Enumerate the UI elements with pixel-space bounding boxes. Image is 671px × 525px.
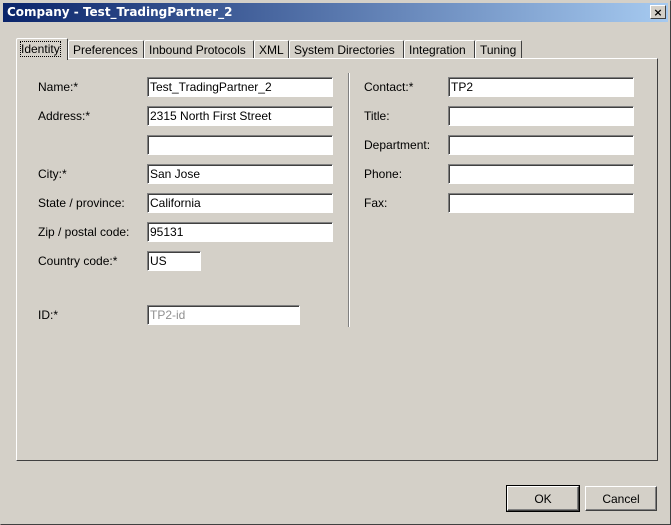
address-line2-field[interactable] xyxy=(147,135,333,155)
tab-identity[interactable]: Identity xyxy=(16,38,68,60)
title-field[interactable] xyxy=(448,106,634,126)
country-code-field[interactable]: US xyxy=(147,251,201,271)
name-label: Name:* xyxy=(38,80,79,94)
phone-field[interactable] xyxy=(448,164,634,184)
department-label: Department: xyxy=(364,138,431,152)
contact-label: Contact:* xyxy=(364,80,414,94)
city-field[interactable]: San Jose xyxy=(147,164,333,184)
address-label: Address:* xyxy=(38,109,91,123)
tab-integration[interactable]: Integration xyxy=(404,40,475,59)
tab-tuning[interactable]: Tuning xyxy=(475,40,522,59)
state-field[interactable]: California xyxy=(147,193,333,213)
title-label: Title: xyxy=(364,109,390,123)
window-title: Company - Test_TradingPartner_2 xyxy=(7,5,233,19)
cancel-button[interactable]: Cancel xyxy=(585,486,657,511)
fax-field[interactable] xyxy=(448,193,634,213)
company-dialog: Company - Test_TradingPartner_2 × Identi… xyxy=(0,0,671,525)
contact-field[interactable]: TP2 xyxy=(448,77,634,97)
close-button[interactable]: × xyxy=(650,5,666,19)
column-divider xyxy=(348,73,350,327)
close-icon: × xyxy=(653,5,663,19)
tab-inbound-protocols[interactable]: Inbound Protocols xyxy=(144,40,254,59)
title-bar[interactable]: Company - Test_TradingPartner_2 × xyxy=(3,3,668,22)
tab-system-directories[interactable]: System Directories xyxy=(289,40,404,59)
address-field[interactable]: 2315 North First Street xyxy=(147,106,333,126)
country-code-label: Country code:* xyxy=(38,254,118,268)
phone-label: Phone: xyxy=(364,167,403,181)
state-label: State / province: xyxy=(38,196,125,210)
department-field[interactable] xyxy=(448,135,634,155)
tab-preferences[interactable]: Preferences xyxy=(68,40,144,59)
id-field: TP2-id xyxy=(147,305,300,325)
city-label: City:* xyxy=(38,167,67,181)
fax-label: Fax: xyxy=(364,196,388,210)
ok-button[interactable]: OK xyxy=(506,485,580,512)
zip-label: Zip / postal code: xyxy=(38,225,130,239)
name-field[interactable]: Test_TradingPartner_2 xyxy=(147,77,333,97)
tab-xml[interactable]: XML xyxy=(254,40,289,59)
id-label: ID:* xyxy=(38,308,59,322)
zip-field[interactable]: 95131 xyxy=(147,222,333,242)
